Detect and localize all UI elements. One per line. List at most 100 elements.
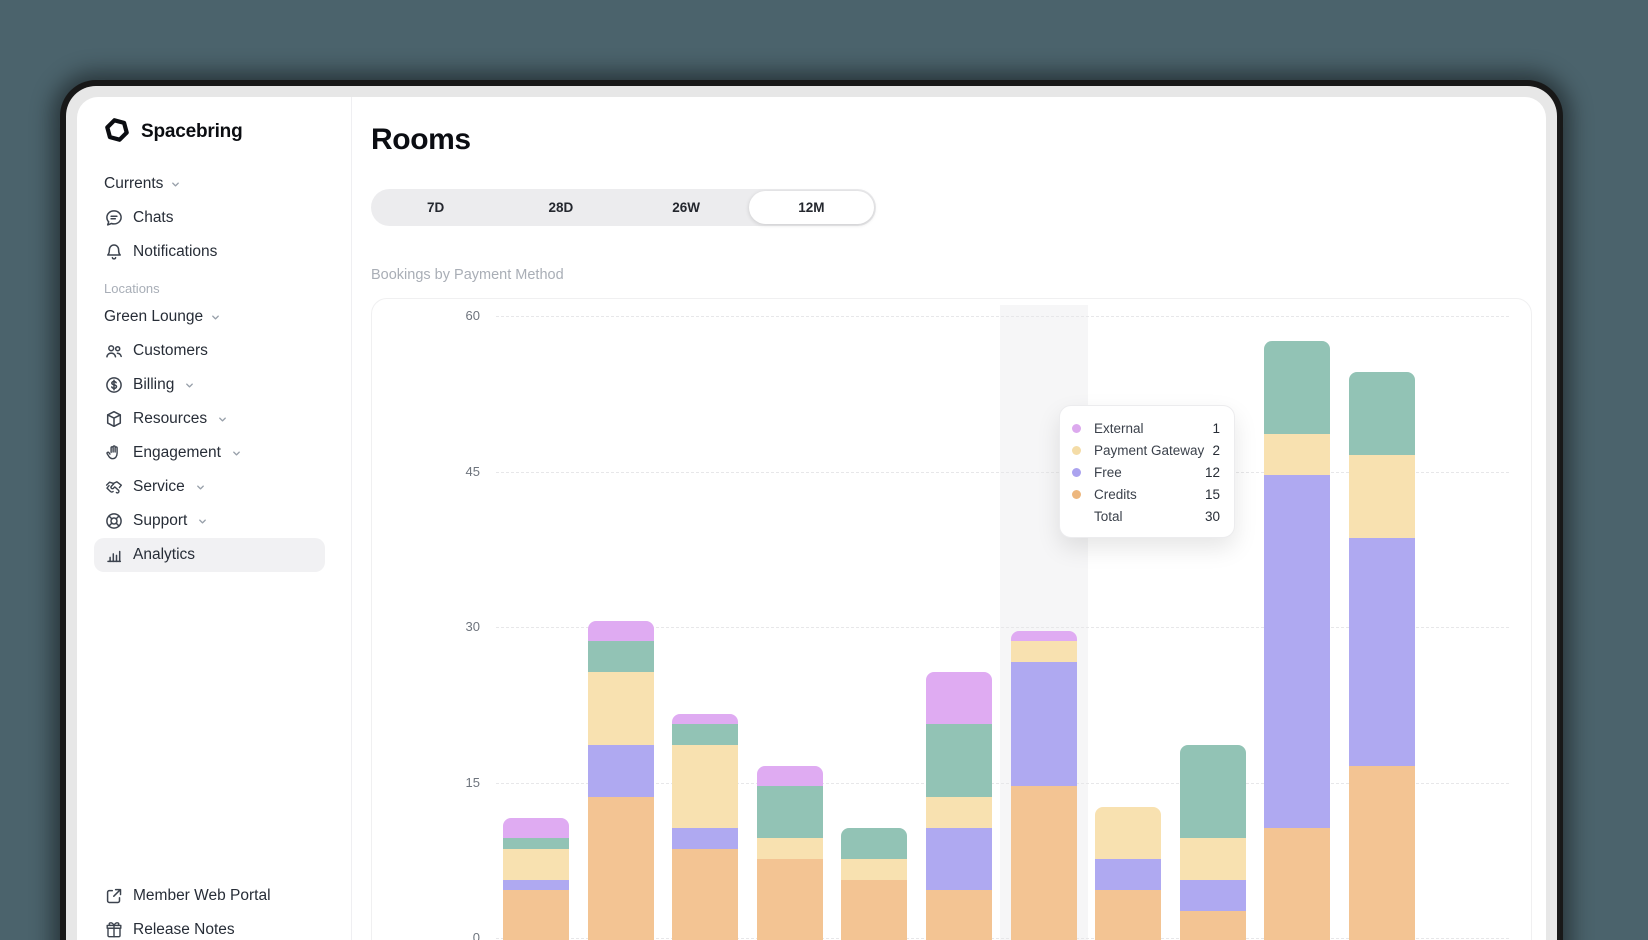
bar-segment — [757, 838, 823, 859]
bar-segment — [841, 828, 907, 859]
sidebar-item-analytics[interactable]: Analytics — [94, 538, 325, 572]
sidebar-item-release-notes[interactable]: Release Notes — [94, 913, 325, 940]
bar-segment — [672, 745, 738, 828]
stacked-bar[interactable] — [588, 621, 654, 940]
bar-segment — [757, 766, 823, 787]
bar-segment — [503, 838, 569, 848]
bar-segment — [503, 818, 569, 839]
bar-segment — [672, 724, 738, 745]
bar-segment — [926, 672, 992, 724]
sidebar-item-support[interactable]: Support — [94, 504, 325, 538]
logo: Spacebring — [77, 117, 351, 147]
sidebar-item-billing[interactable]: Billing — [94, 368, 325, 402]
bar-segment — [1180, 911, 1246, 940]
bar-segment — [1264, 434, 1330, 475]
tab-28d[interactable]: 28D — [498, 191, 623, 224]
chevron-down-icon — [170, 179, 181, 190]
bar-segment — [1011, 631, 1077, 641]
bar-segment — [1095, 807, 1161, 859]
handshake-icon — [104, 477, 124, 497]
stacked-bar[interactable] — [672, 714, 738, 940]
stacked-bar[interactable] — [841, 828, 907, 940]
bar-segment — [1011, 786, 1077, 940]
stacked-bar[interactable] — [1095, 807, 1161, 940]
bar-chart-icon — [104, 545, 124, 565]
external-link-icon — [104, 886, 124, 906]
bar-segment — [926, 724, 992, 797]
bar-segment — [503, 890, 569, 940]
stacked-bar[interactable] — [757, 766, 823, 940]
package-icon — [104, 409, 124, 429]
stacked-bar[interactable] — [1349, 372, 1415, 940]
tooltip-row: External 1 — [1072, 417, 1220, 439]
chevron-down-icon — [197, 516, 208, 527]
bar-segment — [1349, 455, 1415, 538]
chart-section-label: Bookings by Payment Method — [371, 267, 1546, 283]
bar-segment — [1264, 341, 1330, 434]
bar-segment — [1095, 859, 1161, 890]
time-range-segmented-control: 7D 28D 26W 12M — [371, 189, 876, 226]
dollar-circle-icon — [104, 375, 124, 395]
life-buoy-icon — [104, 511, 124, 531]
sidebar-item-engagement[interactable]: Engagement — [94, 436, 325, 470]
bar-segment — [503, 880, 569, 890]
y-axis-tick-label: 60 — [372, 308, 480, 323]
bar-segment — [926, 890, 992, 940]
bar-segment — [1349, 766, 1415, 940]
sidebar-item-member-web-portal[interactable]: Member Web Portal — [94, 879, 325, 913]
bar-segment — [1264, 828, 1330, 940]
external-series-dot — [1072, 424, 1081, 433]
sidebar-item-currents[interactable]: Currents — [94, 167, 325, 201]
chat-icon — [104, 208, 124, 228]
chart-tooltip: External 1 Payment Gateway 2 Free 12 — [1059, 405, 1235, 538]
bar-segment — [1011, 641, 1077, 662]
tab-26w[interactable]: 26W — [624, 191, 749, 224]
chevron-down-icon — [231, 448, 242, 459]
bell-icon — [104, 242, 124, 262]
credits-series-dot — [1072, 490, 1081, 499]
tab-12m[interactable]: 12M — [749, 191, 874, 224]
stacked-bar[interactable] — [1011, 631, 1077, 940]
tooltip-row: Payment Gateway 2 — [1072, 439, 1220, 461]
chevron-down-icon — [184, 380, 195, 391]
bar-segment — [588, 641, 654, 672]
bar-segment — [672, 714, 738, 724]
bar-segment — [588, 672, 654, 745]
bar-segment — [1180, 745, 1246, 838]
sidebar-item-customers[interactable]: Customers — [94, 334, 325, 368]
bar-segment — [841, 859, 907, 880]
bar-segment — [926, 797, 992, 828]
app-window: Spacebring Currents Chats Notifications … — [66, 86, 1557, 940]
stacked-bar[interactable] — [503, 818, 569, 940]
sidebar-item-green-lounge[interactable]: Green Lounge — [94, 300, 325, 334]
sidebar-item-notifications[interactable]: Notifications — [94, 235, 325, 269]
page-title: Rooms — [371, 123, 1546, 157]
sidebar-section-locations: Locations — [104, 281, 324, 296]
y-axis-tick-label: 45 — [372, 464, 480, 479]
hand-wave-icon — [104, 443, 124, 463]
gift-icon — [104, 920, 124, 940]
bar-segment — [1264, 475, 1330, 828]
bar-segment — [588, 621, 654, 642]
sidebar-item-service[interactable]: Service — [94, 470, 325, 504]
sidebar-item-resources[interactable]: Resources — [94, 402, 325, 436]
bar-segment — [1180, 838, 1246, 879]
tab-7d[interactable]: 7D — [373, 191, 498, 224]
tooltip-row: Free 12 — [1072, 461, 1220, 483]
sidebar-item-chats[interactable]: Chats — [94, 201, 325, 235]
stacked-bar[interactable] — [926, 672, 992, 940]
stacked-bar[interactable] — [1180, 745, 1246, 940]
tooltip-row: Credits 15 — [1072, 483, 1220, 505]
chevron-down-icon — [195, 482, 206, 493]
bar-segment — [1011, 662, 1077, 786]
free-series-dot — [1072, 468, 1081, 477]
y-axis-tick-label: 0 — [372, 930, 480, 940]
sidebar: Spacebring Currents Chats Notifications … — [77, 97, 352, 940]
y-axis-tick-label: 30 — [372, 619, 480, 634]
gridline — [496, 316, 1509, 317]
main-content: Rooms 7D 28D 26W 12M Bookings by Payment… — [352, 97, 1546, 940]
bar-segment — [588, 745, 654, 797]
bar-segment — [1349, 372, 1415, 455]
stacked-bar[interactable] — [1264, 341, 1330, 940]
bar-segment — [1349, 538, 1415, 766]
